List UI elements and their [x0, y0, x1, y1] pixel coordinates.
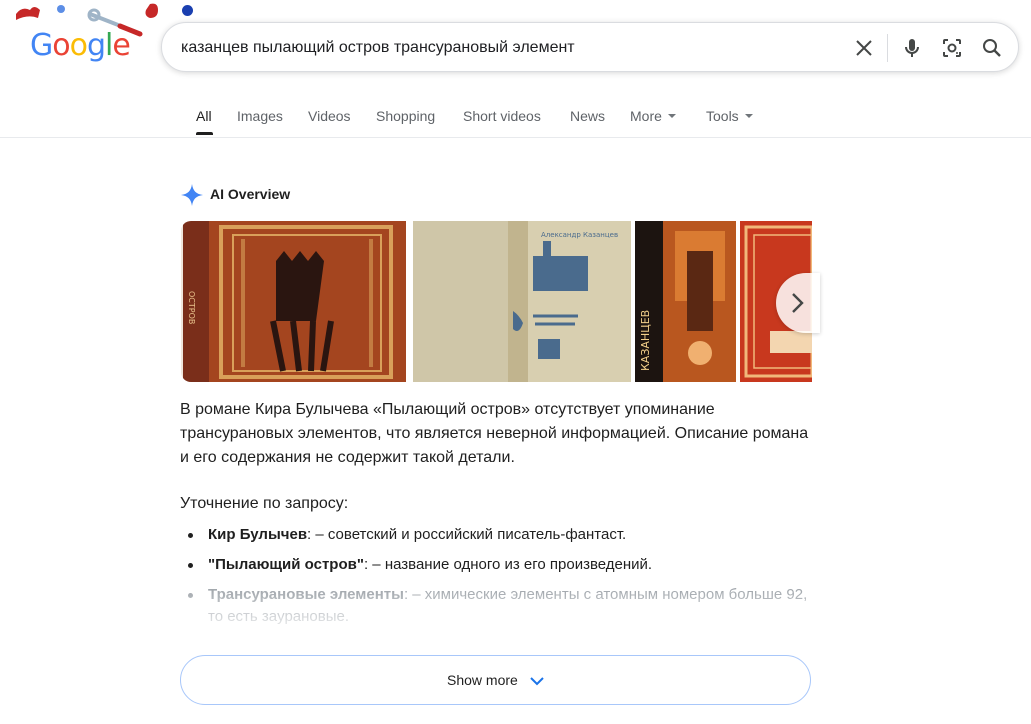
tabs-divider — [0, 137, 1031, 138]
clear-icon[interactable] — [852, 36, 876, 60]
sparkle-icon — [181, 184, 203, 206]
doodle-dot-icon — [182, 5, 193, 16]
chevron-down-icon — [530, 677, 544, 686]
tab-more[interactable]: More — [630, 108, 676, 124]
logo-wordmark: Google — [30, 28, 131, 63]
clarify-heading: Уточнение по запросу: — [180, 495, 349, 512]
book-cover-dark-icon: КАЗАНЦЕВ — [635, 221, 736, 382]
tab-active-indicator — [196, 132, 213, 135]
tab-images[interactable]: Images — [237, 108, 283, 124]
svg-text:ОСТРОВ: ОСТРОВ — [187, 291, 196, 324]
tab-videos[interactable]: Videos — [308, 108, 351, 124]
bullet-term: Кир Булычев — [208, 526, 308, 543]
tab-all[interactable]: All — [196, 108, 213, 135]
search-input[interactable] — [181, 36, 821, 60]
svg-text:КАЗАНЦЕВ: КАЗАНЦЕВ — [639, 310, 652, 371]
book-cover-image[interactable]: ОСТРОВ — [181, 221, 406, 382]
tab-short-videos[interactable]: Short videos — [463, 108, 541, 124]
svg-text:Александр Казанцев: Александр Казанцев — [541, 231, 618, 239]
bullet-desc: : – название одного из его произведений. — [363, 556, 653, 573]
ai-overview-paragraph: В романе Кира Булычева «Пылающий остров»… — [180, 401, 809, 466]
list-item: "Пылающий остров": – название одного из … — [180, 554, 812, 576]
tab-news[interactable]: News — [570, 108, 605, 124]
bullet-term: Трансурановые элементы — [208, 586, 404, 603]
show-more-label: Show more — [447, 672, 518, 688]
book-cover-leather-icon: ОСТРОВ — [181, 221, 406, 382]
chevron-down-icon — [667, 114, 676, 119]
show-more-button[interactable]: Show more — [180, 655, 811, 705]
book-cover-image[interactable]: Александр Казанцев — [413, 221, 631, 382]
tab-tools[interactable]: Tools — [706, 108, 753, 124]
search-box[interactable] — [161, 22, 1019, 72]
book-cover-image[interactable]: КАЗАНЦЕВ — [635, 221, 736, 382]
clarify-list: Кир Булычев: – советский и российский пи… — [180, 524, 812, 636]
book-cover-paper-icon: Александр Казанцев — [413, 221, 631, 382]
list-item: Трансурановые элементы: – химические эле… — [180, 584, 812, 628]
search-icon[interactable] — [980, 36, 1004, 60]
ai-overview-title: AI Overview — [210, 186, 291, 202]
list-item: Кир Булычев: – советский и российский пи… — [180, 524, 812, 546]
chevron-right-icon — [792, 293, 804, 313]
bullet-term: "Пылающий остров" — [208, 556, 364, 573]
chevron-down-icon — [744, 114, 753, 119]
search-divider — [887, 34, 888, 62]
lens-icon[interactable] — [940, 36, 964, 60]
tab-shopping[interactable]: Shopping — [376, 108, 435, 124]
bullet-desc: : – советский и российский писатель-фант… — [307, 526, 627, 543]
google-logo[interactable]: Google — [8, 0, 158, 70]
image-carousel: ОСТРОВ Александр Казанцев КАЗАНЦЕВ — [181, 221, 812, 382]
mic-icon[interactable] — [900, 36, 924, 60]
